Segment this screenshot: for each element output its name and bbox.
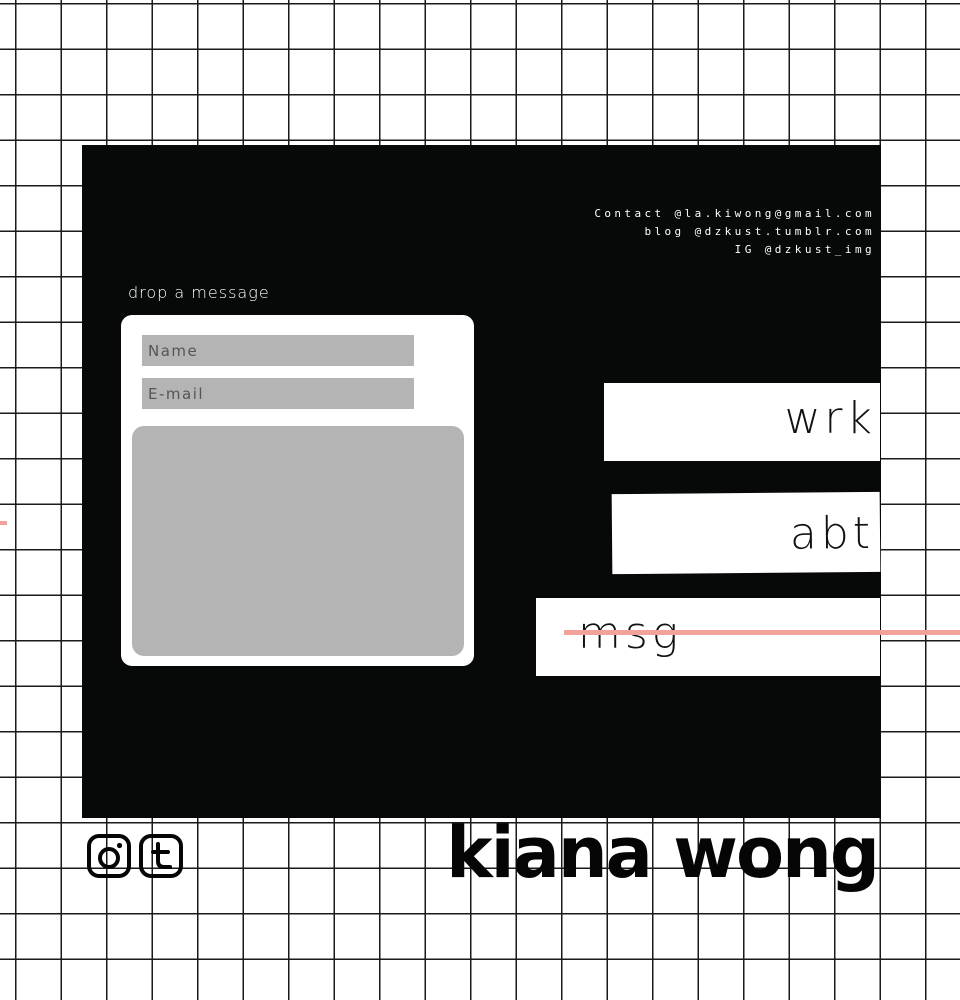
message-form: [121, 315, 474, 666]
contact-info: Contact @la.kiwong@gmail.com blog @dzkus…: [594, 205, 875, 259]
tumblr-icon[interactable]: [138, 833, 184, 879]
active-indicator-line: [564, 630, 960, 635]
nav-about-button[interactable]: abt: [611, 491, 881, 575]
contact-instagram[interactable]: IG @dzkust_img: [594, 241, 875, 259]
contact-email[interactable]: Contact @la.kiwong@gmail.com: [594, 205, 875, 223]
instagram-icon[interactable]: [86, 833, 132, 879]
form-heading: drop a message: [128, 283, 270, 302]
accent-tick: [0, 521, 7, 525]
message-textarea[interactable]: [132, 426, 464, 656]
main-panel: Contact @la.kiwong@gmail.com blog @dzkus…: [82, 145, 881, 818]
email-field[interactable]: [142, 378, 414, 409]
brand-name: kiana wong: [446, 812, 880, 894]
nav-message-button[interactable]: msg: [536, 598, 880, 676]
name-field[interactable]: [142, 335, 414, 366]
contact-blog[interactable]: blog @dzkust.tumblr.com: [594, 223, 875, 241]
nav-work-button[interactable]: wrk: [604, 383, 880, 461]
social-links: [86, 833, 184, 879]
